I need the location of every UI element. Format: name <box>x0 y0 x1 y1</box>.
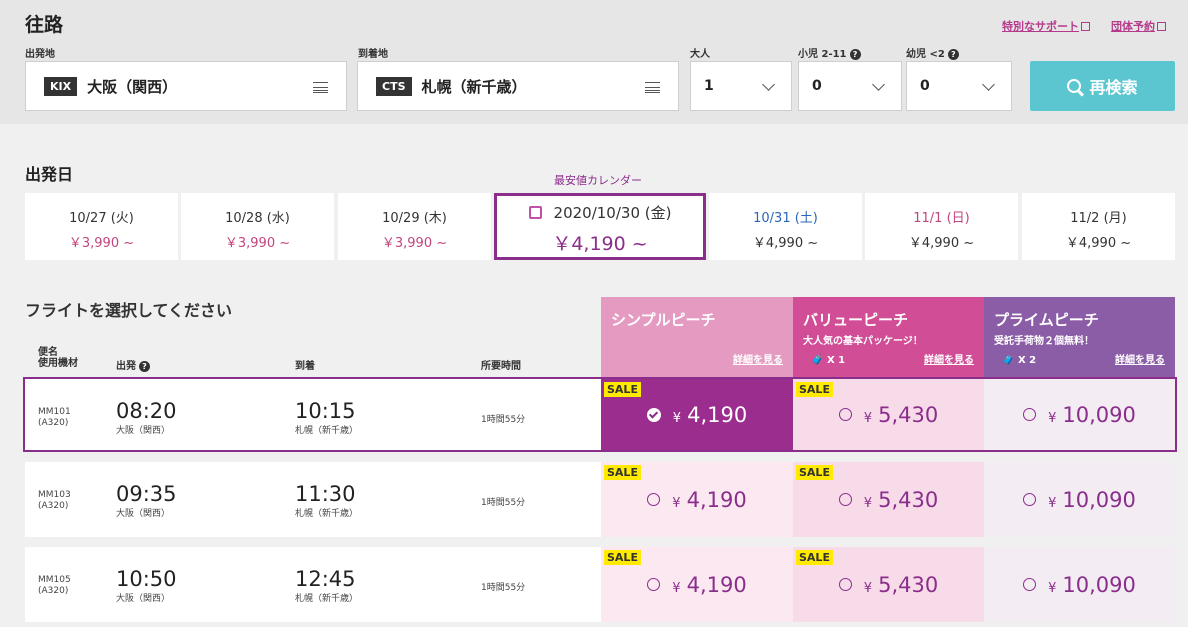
details-link[interactable]: 詳細を見る <box>924 351 974 366</box>
details-link[interactable]: 詳細を見る <box>733 351 783 366</box>
fare-header-prime: プライムピーチ 受託手荷物２個無料！ 🧳 X 2 詳細を見る <box>984 297 1175 378</box>
radio-button[interactable] <box>838 493 852 506</box>
fare-option[interactable]: SALE ¥4,190 <box>601 462 793 537</box>
radio-button[interactable] <box>1023 578 1037 591</box>
destination-field[interactable]: CTS 札幌（新千歳） <box>357 61 679 111</box>
child-label: 小児 2-11? <box>798 45 861 60</box>
radio-button[interactable] <box>1023 408 1037 421</box>
radio-button[interactable] <box>838 578 852 591</box>
flight-row[interactable]: MM105 (A320) 10:50 大阪（関西） 12:45 札幌（新千歳） 1… <box>25 547 1175 622</box>
chevron-down-icon <box>982 78 995 91</box>
fare-option[interactable]: SALE ¥5,430 <box>793 462 984 537</box>
destination-code: CTS <box>376 76 412 96</box>
sale-badge: SALE <box>796 382 833 397</box>
date-tab[interactable]: 11/1 (日) ￥4,990 ~ <box>865 193 1018 260</box>
flight-select-title: フライトを選択してください <box>25 301 233 320</box>
fare-option[interactable]: ¥10,090 <box>984 547 1175 622</box>
external-link-icon <box>1081 21 1090 31</box>
details-link[interactable]: 詳細を見る <box>1115 351 1165 366</box>
origin-code: KIX <box>44 76 78 96</box>
child-select[interactable]: 0 <box>798 61 902 111</box>
destination-label: 到着地 <box>358 49 388 60</box>
adult-label: 大人 <box>690 49 710 60</box>
date-tab[interactable]: 10/29 (木) ￥3,990 ~ <box>338 193 491 260</box>
col-arrive: 到着 <box>295 361 315 372</box>
origin-field[interactable]: KIX 大阪（関西） <box>25 61 347 111</box>
baggage-count: 🧳 X 1 <box>811 355 846 366</box>
sale-badge: SALE <box>604 465 641 480</box>
sale-badge: SALE <box>796 465 833 480</box>
radio-button[interactable] <box>1023 493 1037 506</box>
radio-button[interactable] <box>647 493 661 506</box>
destination-city: 札幌（新千歳） <box>421 77 527 96</box>
infant-label: 幼児 <2? <box>906 45 959 60</box>
departure-date-title: 出発日 <box>25 165 74 184</box>
calendar-icon <box>528 206 542 219</box>
adult-select[interactable]: 1 <box>690 61 792 111</box>
fare-option[interactable]: SALE ¥5,430 <box>793 547 984 622</box>
flight-row[interactable]: MM101 (A320) 08:20 大阪（関西） 10:15 札幌（新千歳） 1… <box>23 377 1177 452</box>
search-panel: 往路 特別なサポート 団体予約 出発地 到着地 大人 小児 2-11? 幼児 <… <box>0 0 1188 124</box>
date-tab[interactable]: 10/31 (土) ￥4,990 ~ <box>709 193 862 260</box>
fare-option[interactable]: ¥10,090 <box>984 379 1175 450</box>
external-link-icon <box>1157 21 1166 31</box>
special-support-link[interactable]: 特別なサポート <box>1002 18 1090 34</box>
menu-icon[interactable] <box>645 82 660 93</box>
help-icon[interactable]: ? <box>849 48 861 60</box>
group-booking-link[interactable]: 団体予約 <box>1111 18 1166 34</box>
lowest-fare-calendar-label: 最安値カレンダー <box>554 174 642 187</box>
date-tab[interactable]: 11/2 (月) ￥4,990 ~ <box>1022 193 1175 260</box>
chevron-down-icon <box>872 78 885 91</box>
re-search-button[interactable]: 再検索 <box>1030 61 1175 111</box>
origin-city: 大阪（関西） <box>87 77 178 96</box>
fare-option[interactable]: ¥10,090 <box>984 462 1175 537</box>
flight-row[interactable]: MM103 (A320) 09:35 大阪（関西） 11:30 札幌（新千歳） 1… <box>25 462 1175 537</box>
baggage-count: 🧳 X 2 <box>1002 355 1037 366</box>
date-tab[interactable]: 10/28 (水) ￥3,990 ~ <box>181 193 334 260</box>
col-flight-no: 便名 使用機材 <box>38 347 78 369</box>
help-icon[interactable]: ? <box>947 48 959 60</box>
page-title: 往路 <box>25 14 64 36</box>
menu-icon[interactable] <box>313 82 328 93</box>
col-depart: 出発? <box>116 357 150 372</box>
fare-option-selected[interactable]: SALE ¥4,190 <box>601 379 793 450</box>
origin-label: 出発地 <box>25 49 55 60</box>
help-icon[interactable]: ? <box>139 360 150 372</box>
fare-header-value: バリューピーチ 大人気の基本パッケージ！ 🧳 X 1 詳細を見る <box>793 297 984 378</box>
infant-select[interactable]: 0 <box>906 61 1012 111</box>
sale-badge: SALE <box>604 550 641 565</box>
radio-button[interactable] <box>838 408 852 421</box>
fare-header-simple: シンプルピーチ 詳細を見る <box>601 297 793 378</box>
date-tab[interactable]: 10/27 (火) ￥3,990 ~ <box>25 193 178 260</box>
chevron-down-icon <box>762 78 775 91</box>
sale-badge: SALE <box>796 550 833 565</box>
search-icon <box>1067 79 1082 93</box>
fare-option[interactable]: SALE ¥4,190 <box>601 547 793 622</box>
sale-badge: SALE <box>604 382 641 397</box>
radio-button[interactable] <box>647 578 661 591</box>
fare-option[interactable]: SALE ¥5,430 <box>793 379 984 450</box>
date-tab-selected[interactable]: 2020/10/30 (金) ￥4,190 ~ <box>494 193 706 260</box>
check-icon <box>646 407 661 422</box>
col-duration: 所要時間 <box>481 361 521 372</box>
